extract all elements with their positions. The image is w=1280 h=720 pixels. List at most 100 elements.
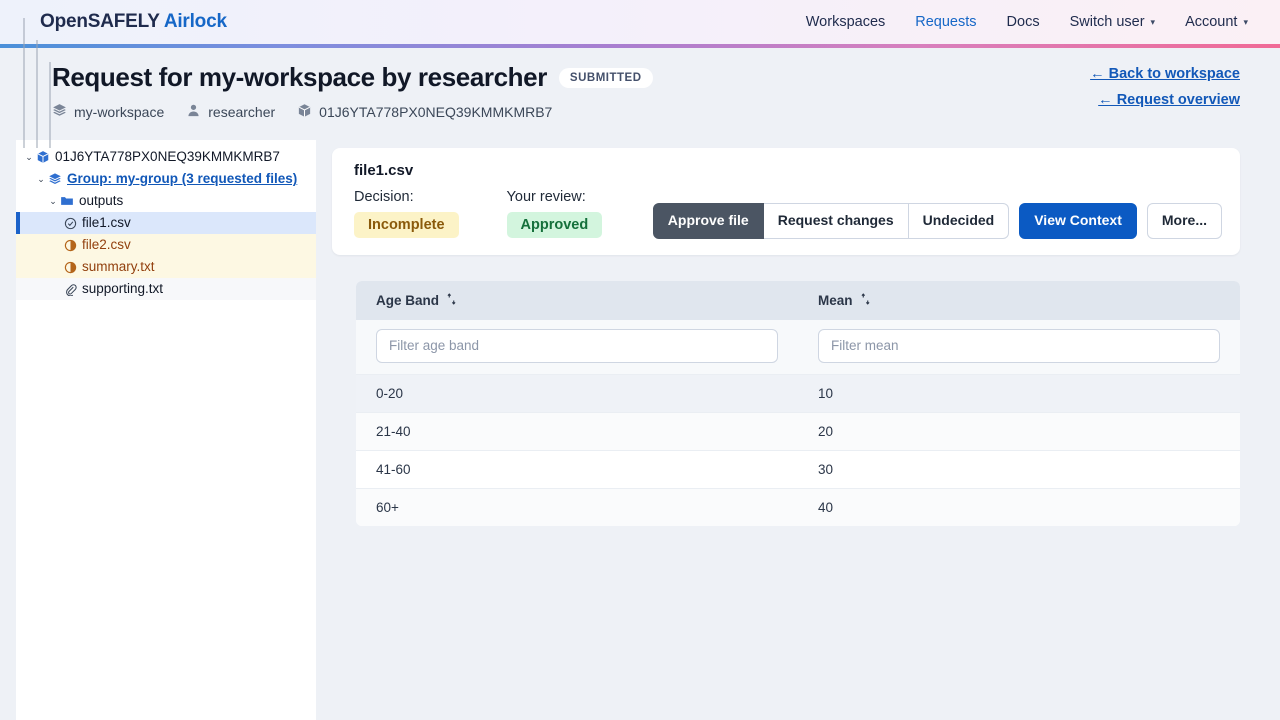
tree-label[interactable]: Group: my-group (3 requested files) — [67, 172, 297, 186]
paperclip-icon — [64, 283, 77, 296]
nav-link-docs[interactable]: Docs — [1007, 14, 1040, 30]
chevron-down-icon[interactable]: ⌄ — [22, 152, 36, 162]
breadcrumb-request-id: 01J6YTA778PX0NEQ39KMMKMRB7 — [297, 103, 552, 121]
filter-cell-age-band — [356, 319, 798, 374]
table-header-row: Age Band Mean — [356, 280, 1240, 320]
file-data-table: Age Band Mean Filter age band Filter mea… — [356, 280, 1240, 526]
cube-icon — [297, 103, 312, 121]
brand-accent-text: Airlock — [163, 11, 227, 32]
table-body: 0-20 10 21-40 20 41-60 30 60+ 40 — [356, 373, 1240, 526]
tree-label: file2.csv — [82, 237, 131, 253]
table-header: Age Band Mean — [356, 280, 1240, 320]
file-review-card: file1.csv Decision: Incomplete Your revi… — [332, 148, 1240, 255]
review-actions: Approve file Request changes Undecided V… — [652, 189, 1222, 239]
chevron-down-icon[interactable]: ⌄ — [46, 196, 60, 206]
table-row[interactable]: 21-40 20 — [356, 411, 1240, 450]
tree-node-file2-csv[interactable]: file2.csv — [16, 234, 316, 256]
filter-cell-mean — [798, 319, 1240, 374]
decision-badge: Incomplete — [354, 212, 459, 238]
tree-label: summary.txt — [82, 259, 155, 275]
cell-age-band: 41-60 — [356, 449, 798, 488]
nav-link-workspaces[interactable]: Workspaces — [806, 14, 886, 30]
table-row[interactable]: 60+ 40 — [356, 487, 1240, 526]
column-label: Mean — [818, 292, 853, 308]
content-area: ⌄ 01J6YTA778PX0NEQ39KMMKMRB7 ⌄ Group: my… — [0, 18, 1280, 720]
back-to-workspace-link[interactable]: ← Back to workspace — [1090, 66, 1240, 82]
breadcrumb: my-workspace researcher 01J6YTA778PX0NEQ… — [52, 103, 1248, 121]
filter-row — [356, 319, 1240, 374]
nav-label: Switch user — [1069, 14, 1145, 30]
request-overview-link[interactable]: ← Request overview — [1098, 92, 1240, 108]
filter-age-band-input[interactable] — [376, 328, 778, 363]
selected-file-name: file1.csv — [354, 162, 414, 179]
nav-label: Docs — [1006, 14, 1040, 30]
check-circle-icon — [64, 217, 77, 230]
nav-link-switch-user[interactable]: Switch user ▾ — [1070, 14, 1155, 30]
table-row[interactable]: 0-20 10 — [356, 373, 1240, 412]
header-links: ← Back to workspace ← Request overview — [1090, 66, 1240, 108]
nav-label: Requests — [915, 14, 977, 30]
brand-primary-text: OpenSAFELY — [40, 11, 160, 32]
cell-mean: 20 — [798, 411, 1240, 450]
decision-block: Decision: Incomplete — [354, 189, 459, 238]
table-filter-section — [356, 319, 1240, 374]
nav-link-account[interactable]: Account ▾ — [1185, 14, 1248, 30]
cell-age-band: 21-40 — [356, 411, 798, 450]
table-row[interactable]: 41-60 30 — [356, 449, 1240, 488]
workspace-name: my-workspace — [74, 104, 165, 120]
more-button[interactable]: More... — [1146, 203, 1222, 239]
page-title: Request for my-workspace by researcher — [52, 62, 547, 92]
approve-file-button[interactable]: Approve file — [652, 203, 764, 239]
tree-node-group[interactable]: ⌄ Group: my-group (3 requested files) — [16, 168, 316, 190]
primary-navigation: Workspaces Requests Docs Switch user ▾ A… — [806, 14, 1248, 30]
filter-mean-input[interactable] — [818, 328, 1220, 363]
tree-node-outputs[interactable]: ⌄ outputs — [16, 190, 316, 212]
request-id: 01J6YTA778PX0NEQ39KMMKMRB7 — [319, 104, 553, 120]
user-name: researcher — [208, 104, 276, 120]
tree-node-supporting-txt[interactable]: supporting.txt — [16, 278, 316, 300]
layers-icon — [52, 103, 67, 121]
cube-icon — [36, 150, 50, 164]
app-brand[interactable]: OpenSAFELY Airlock — [40, 11, 227, 33]
tree-node-request[interactable]: ⌄ 01J6YTA778PX0NEQ39KMMKMRB7 — [16, 146, 316, 168]
undecided-button[interactable]: Undecided — [908, 203, 1010, 239]
your-review-label: Your review: — [506, 189, 586, 205]
column-header-mean[interactable]: Mean — [798, 280, 1240, 320]
your-review-block: Your review: Approved — [506, 189, 603, 238]
tree-node-summary-txt[interactable]: summary.txt — [16, 256, 316, 278]
half-circle-icon — [64, 261, 77, 274]
your-review-badge: Approved — [506, 212, 603, 238]
column-label: Age Band — [376, 292, 440, 308]
decision-label: Decision: — [354, 189, 414, 205]
tree-label: supporting.txt — [82, 281, 164, 297]
file-tree-sidebar: ⌄ 01J6YTA778PX0NEQ39KMMKMRB7 ⌄ Group: my… — [16, 18, 316, 720]
review-decision-button-group: Approve file Request changes Undecided — [652, 203, 1010, 239]
nav-link-requests[interactable]: Requests — [915, 14, 976, 30]
review-status-row: Decision: Incomplete Your review: Approv… — [354, 189, 1222, 239]
tree-node-file1-csv[interactable]: file1.csv — [16, 212, 316, 234]
nav-label: Workspaces — [805, 14, 886, 30]
tree-label: outputs — [79, 193, 124, 209]
data-table: Age Band Mean Filter age band Filter mea… — [356, 280, 1240, 526]
page-header: Request for my-workspace by researcher S… — [0, 48, 1280, 140]
status-badge: SUBMITTED — [558, 67, 653, 88]
chevron-down-icon[interactable]: ⌄ — [34, 174, 48, 184]
cell-age-band: 0-20 — [356, 373, 798, 412]
person-icon — [186, 103, 201, 121]
tree-label: 01J6YTA778PX0NEQ39KMMKMRB7 — [55, 149, 280, 165]
view-context-button[interactable]: View Context — [1019, 203, 1137, 239]
chevron-down-icon: ▾ — [1150, 16, 1156, 27]
breadcrumb-workspace: my-workspace — [52, 103, 164, 121]
main-panel: file1.csv Decision: Incomplete Your revi… — [316, 140, 1280, 720]
request-changes-button[interactable]: Request changes — [763, 203, 909, 239]
sort-icon[interactable] — [446, 292, 457, 308]
breadcrumb-user: researcher — [186, 103, 275, 121]
layers-icon — [48, 172, 62, 186]
half-circle-icon — [64, 239, 77, 252]
folder-icon — [60, 194, 74, 208]
tree-label: file1.csv — [82, 215, 131, 231]
column-header-age-band[interactable]: Age Band — [356, 280, 798, 320]
sort-icon[interactable] — [860, 292, 871, 308]
top-navbar: OpenSAFELY Airlock Workspaces Requests D… — [0, 0, 1280, 44]
chevron-down-icon: ▾ — [1243, 16, 1248, 27]
